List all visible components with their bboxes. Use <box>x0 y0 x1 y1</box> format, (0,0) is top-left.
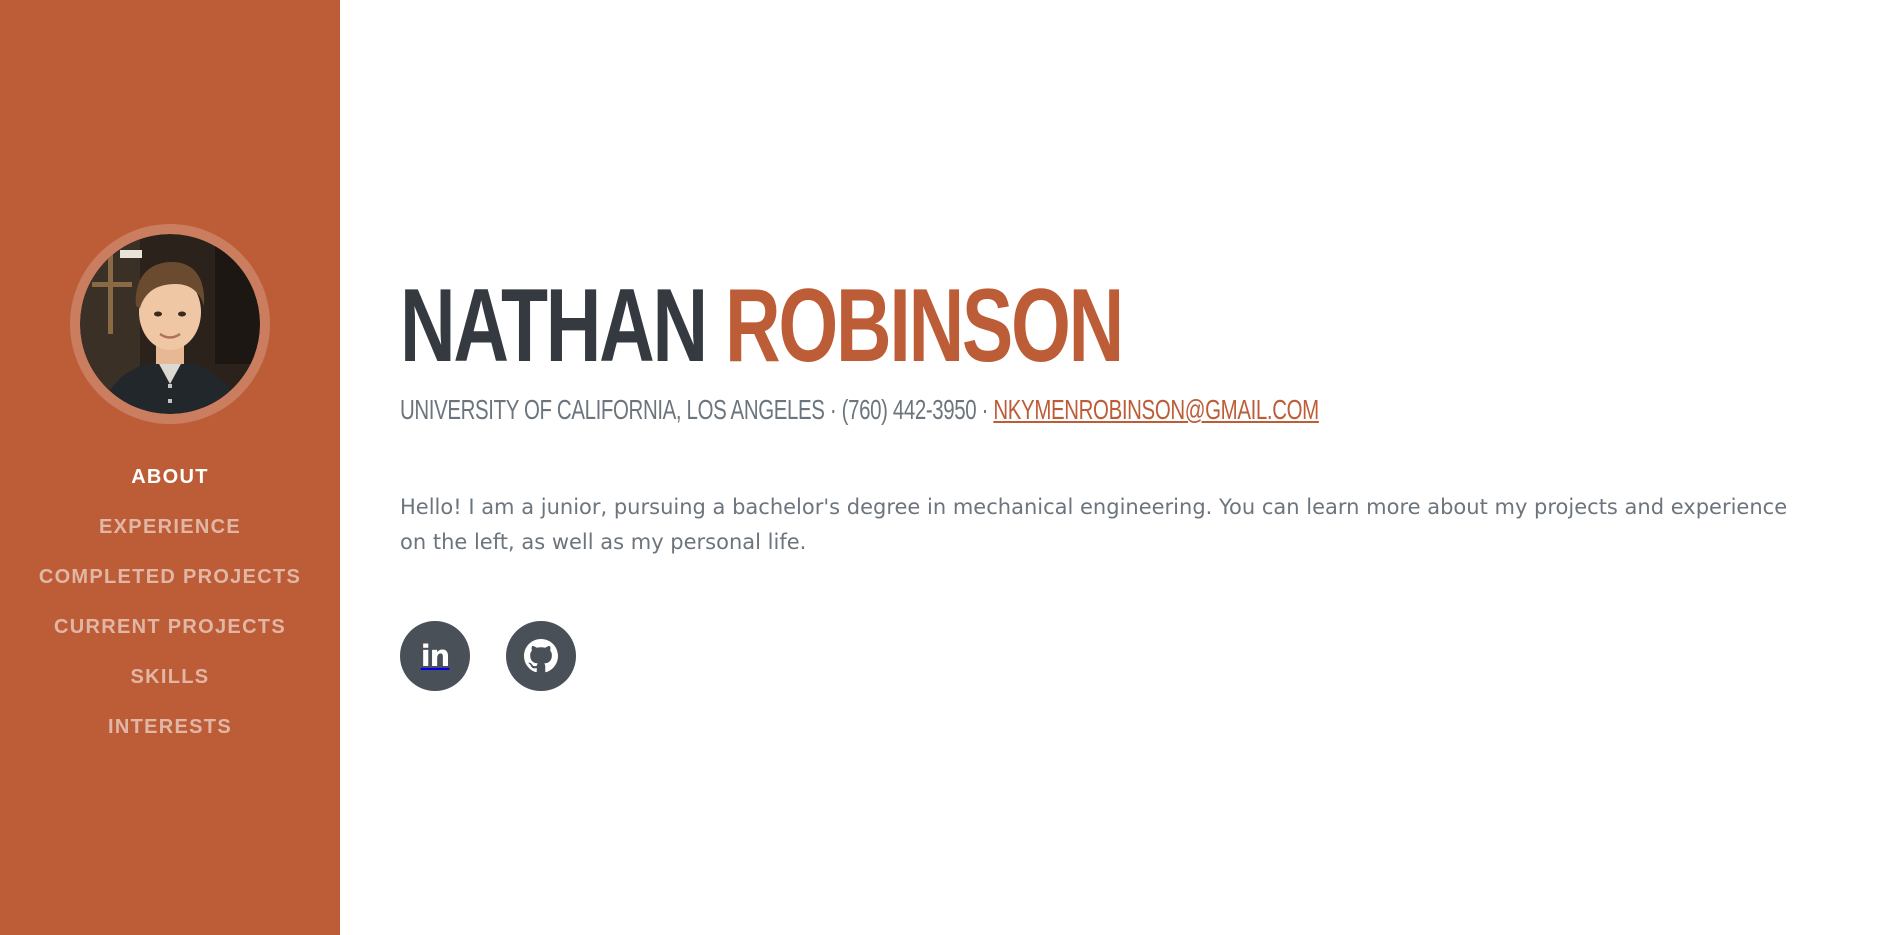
last-name: ROBINSON <box>725 268 1124 384</box>
intro-text: Hello! I am a junior, pursuing a bachelo… <box>400 495 1788 554</box>
linkedin-button[interactable]: in <box>400 621 470 691</box>
phone: (760) 442-3950 <box>841 394 977 425</box>
nav-link-experience[interactable]: Experience <box>99 516 241 539</box>
separator: · <box>824 394 842 425</box>
social-icons: in <box>400 621 576 691</box>
nav-link-about[interactable]: About <box>131 466 209 489</box>
nav-item-skills: Skills <box>0 652 340 702</box>
nav-item-about: About <box>0 452 340 502</box>
page-title: NATHAN ROBINSON <box>400 268 1124 384</box>
sidebar: About Experience Completed Projects Curr… <box>0 0 340 935</box>
nav-link-completed-projects[interactable]: Completed Projects <box>39 566 301 589</box>
email-link[interactable]: nkymenrobinson@gmail.com <box>993 394 1319 425</box>
github-button[interactable] <box>506 621 576 691</box>
school: University of California, Los Angeles <box>400 394 825 425</box>
contact-line: University of California, Los Angeles · … <box>400 393 1319 427</box>
sidebar-nav: About Experience Completed Projects Curr… <box>0 452 340 752</box>
nav-item-current-projects: Current Projects <box>0 602 340 652</box>
nav-link-current-projects[interactable]: Current Projects <box>54 616 286 639</box>
nav-item-interests: Interests <box>0 702 340 752</box>
separator: · <box>976 394 994 425</box>
nav-link-interests[interactable]: Interests <box>108 716 232 739</box>
github-icon <box>524 639 558 673</box>
linkedin-icon: in <box>420 639 451 673</box>
nav-link-skills[interactable]: Skills <box>131 666 210 689</box>
about-section: NATHAN ROBINSON University of California… <box>400 0 1840 935</box>
nav-item-experience: Experience <box>0 502 340 552</box>
avatar[interactable] <box>80 234 260 414</box>
first-name: NATHAN <box>400 268 708 384</box>
avatar-ring <box>70 224 270 424</box>
nav-item-completed-projects: Completed Projects <box>0 552 340 602</box>
